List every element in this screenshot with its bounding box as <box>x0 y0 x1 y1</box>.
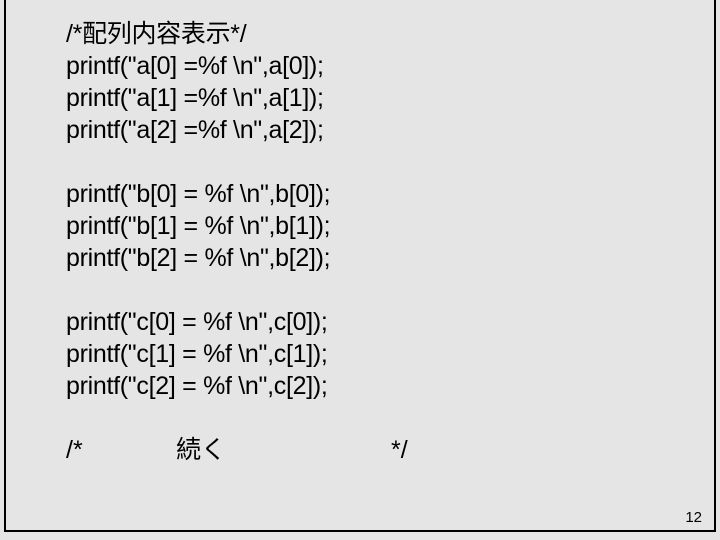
code-line-c0: printf("c[0] = %f \n",c[0]); <box>66 306 654 338</box>
blank-line <box>66 146 654 178</box>
code-line-a2: printf("a[2] =%f \n",a[2]); <box>66 114 654 146</box>
comment-line: /*配列内容表示*/ <box>66 18 654 50</box>
code-line-b2: printf("b[2] = %f \n",b[2]); <box>66 242 654 274</box>
code-line-a0: printf("a[0] =%f \n",a[0]); <box>66 50 654 82</box>
tail-comment: /* 続く */ <box>66 434 654 466</box>
tail-mid: 続く <box>176 434 391 466</box>
code-line-c1: printf("c[1] = %f \n",c[1]); <box>66 338 654 370</box>
blank-line <box>66 402 654 434</box>
blank-line <box>66 274 654 306</box>
code-line-c2: printf("c[2] = %f \n",c[2]); <box>66 370 654 402</box>
code-line-a1: printf("a[1] =%f \n",a[1]); <box>66 82 654 114</box>
tail-close: */ <box>391 434 408 466</box>
code-container: /*配列内容表示*/ printf("a[0] =%f \n",a[0]); p… <box>4 0 716 532</box>
page-number: 12 <box>685 509 702 526</box>
tail-open: /* <box>66 434 176 466</box>
code-line-b0: printf("b[0] = %f \n",b[0]); <box>66 178 654 210</box>
code-line-b1: printf("b[1] = %f \n",b[1]); <box>66 210 654 242</box>
